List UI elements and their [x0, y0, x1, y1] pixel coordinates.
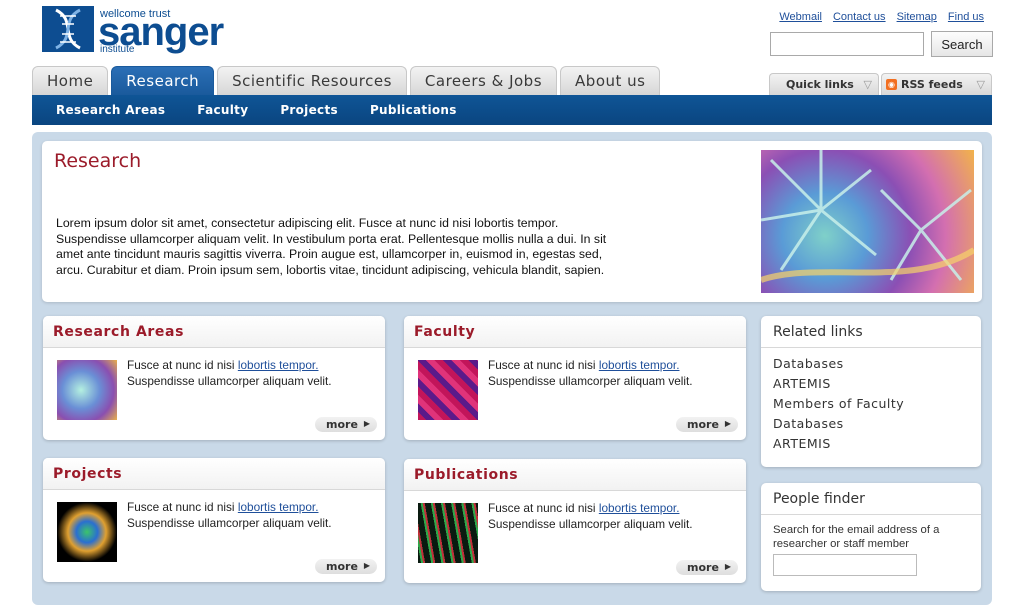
more-button[interactable]: more ▶	[676, 560, 738, 575]
card-text-lead: Fusce at nunc id nisi	[127, 358, 238, 372]
chevron-down-icon: ▽	[863, 78, 872, 91]
subnav-research-areas[interactable]: Research Areas	[56, 103, 165, 117]
related-links-list: Databases ARTEMIS Members of Faculty Dat…	[761, 348, 981, 454]
card-link[interactable]: lobortis tempor.	[599, 501, 680, 515]
card-link[interactable]: lobortis tempor.	[238, 500, 319, 514]
quick-links-dropdown[interactable]: Quick links ▽	[769, 73, 879, 95]
quick-links-label: Quick links	[786, 78, 854, 91]
card-text: Fusce at nunc id nisi lobortis tempor. S…	[488, 500, 728, 532]
tab-scientific-resources[interactable]: Scientific Resources	[217, 66, 407, 95]
people-finder-box: People finder Search for the email addre…	[761, 483, 981, 591]
subnav-publications[interactable]: Publications	[370, 103, 457, 117]
more-button[interactable]: more ▶	[315, 417, 377, 432]
contact-us-link[interactable]: Contact us	[833, 11, 886, 23]
related-link-databases[interactable]: Databases	[773, 354, 981, 374]
card-text-lead: Fusce at nunc id nisi	[488, 501, 599, 515]
card-title: Faculty	[404, 316, 746, 348]
card-text-lead: Fusce at nunc id nisi	[127, 500, 238, 514]
card-thumbnail	[57, 360, 117, 420]
card-title: Projects	[43, 458, 385, 490]
related-links-title: Related links	[761, 316, 981, 348]
play-arrow-icon: ▶	[363, 419, 370, 428]
card-text: Fusce at nunc id nisi lobortis tempor. S…	[127, 499, 367, 531]
people-finder-description: Search for the email address of a resear…	[773, 524, 940, 550]
main-nav-tabs: Home Research Scientific Resources Caree…	[32, 66, 661, 95]
more-label: more	[687, 418, 719, 431]
play-arrow-icon: ▶	[724, 419, 731, 428]
card-text: Fusce at nunc id nisi lobortis tempor. S…	[488, 357, 728, 389]
play-arrow-icon: ▶	[363, 561, 370, 570]
chevron-down-icon: ▽	[976, 78, 985, 91]
related-link-members-of-faculty[interactable]: Members of Faculty	[773, 394, 981, 414]
card-title: Publications	[404, 459, 746, 491]
play-arrow-icon: ▶	[724, 562, 731, 571]
more-label: more	[326, 560, 358, 573]
utility-links: Webmail Contact us Sitemap Find us	[779, 11, 984, 23]
more-label: more	[326, 418, 358, 431]
logo-text-line3: institute	[100, 44, 135, 55]
card-text-tail: Suspendisse ullamcorper aliquam velit.	[127, 374, 332, 388]
card-research-areas: Research Areas Fusce at nunc id nisi lob…	[43, 316, 385, 440]
card-thumbnail	[418, 360, 478, 420]
more-button[interactable]: more ▶	[315, 559, 377, 574]
subnav-faculty[interactable]: Faculty	[197, 103, 248, 117]
related-link-databases-2[interactable]: Databases	[773, 414, 981, 434]
card-thumbnail	[57, 502, 117, 562]
people-finder-title: People finder	[761, 483, 981, 515]
card-text-tail: Suspendisse ullamcorper aliquam velit.	[488, 374, 693, 388]
rss-feeds-label: RSS feeds	[901, 78, 963, 91]
card-text: Fusce at nunc id nisi lobortis tempor. S…	[127, 357, 367, 389]
search-input[interactable]	[770, 32, 924, 56]
card-link[interactable]: lobortis tempor.	[599, 358, 680, 372]
sub-navigation: Research Areas Faculty Projects Publicat…	[32, 95, 992, 125]
related-links-box: Related links Databases ARTEMIS Members …	[761, 316, 981, 467]
card-link[interactable]: lobortis tempor.	[238, 358, 319, 372]
more-button[interactable]: more ▶	[676, 417, 738, 432]
rss-feeds-dropdown[interactable]: ◉ RSS feeds ▽	[881, 73, 992, 95]
card-projects: Projects Fusce at nunc id nisi lobortis …	[43, 458, 385, 582]
more-label: more	[687, 561, 719, 574]
card-publications: Publications Fusce at nunc id nisi lobor…	[404, 459, 746, 583]
tab-about-us[interactable]: About us	[560, 66, 661, 95]
webmail-link[interactable]: Webmail	[779, 11, 822, 23]
search-button[interactable]: Search	[931, 31, 993, 57]
card-text-tail: Suspendisse ullamcorper aliquam velit.	[127, 516, 332, 530]
people-finder-input[interactable]	[773, 554, 917, 576]
tab-careers-jobs[interactable]: Careers & Jobs	[409, 66, 558, 95]
tab-research[interactable]: Research	[111, 66, 215, 95]
dna-logo-icon	[42, 6, 94, 52]
card-text-lead: Fusce at nunc id nisi	[488, 358, 599, 372]
card-title: Research Areas	[43, 316, 385, 348]
rss-icon: ◉	[886, 79, 897, 90]
card-text-tail: Suspendisse ullamcorper aliquam velit.	[488, 517, 693, 531]
find-us-link[interactable]: Find us	[948, 11, 984, 23]
hero-image	[761, 150, 974, 293]
card-thumbnail	[418, 503, 478, 563]
sanger-logo[interactable]: wellcome trust sanger institute	[42, 6, 224, 56]
page-title: Research	[54, 150, 142, 172]
related-link-artemis-2[interactable]: ARTEMIS	[773, 434, 981, 454]
hero-panel: Research Lorem ipsum dolor sit amet, con…	[42, 141, 982, 302]
subnav-projects[interactable]: Projects	[280, 103, 338, 117]
sitemap-link[interactable]: Sitemap	[897, 11, 937, 23]
card-faculty: Faculty Fusce at nunc id nisi lobortis t…	[404, 316, 746, 440]
hero-intro-text: Lorem ipsum dolor sit amet, consectetur …	[56, 216, 607, 277]
tab-home[interactable]: Home	[32, 66, 109, 95]
related-link-artemis[interactable]: ARTEMIS	[773, 374, 981, 394]
